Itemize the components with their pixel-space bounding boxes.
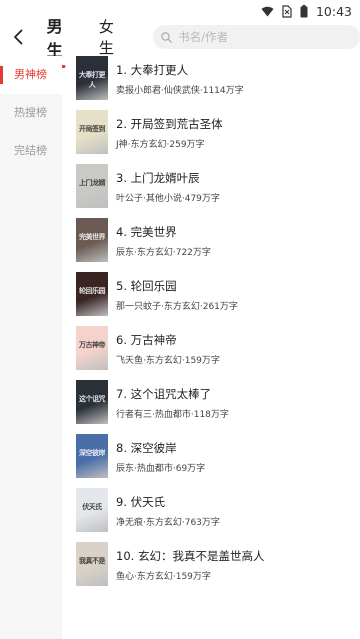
book-list-item[interactable]: 轮回乐园 5. 轮回乐园那一只蚊子·东方玄幻·261万字: [76, 272, 360, 326]
battery-icon: [300, 4, 308, 18]
search-icon: [161, 31, 173, 43]
sidebar-item-male-god[interactable]: 男神榜: [0, 56, 62, 94]
book-title[interactable]: 3. 上门龙婿叶辰: [116, 170, 220, 186]
book-cover-text: 开局签到: [79, 124, 106, 133]
book-meta: 那一只蚊子·东方玄幻·261万字: [116, 302, 238, 312]
search-input[interactable]: [176, 29, 357, 45]
book-title[interactable]: 5. 轮回乐园: [116, 278, 238, 294]
book-meta: J神·东方玄幻·259万字: [116, 140, 205, 150]
book-title[interactable]: 2. 开局签到荒古圣体: [116, 116, 223, 132]
book-cover-text: 万古神帝: [79, 340, 106, 349]
book-cover[interactable]: 上门龙婿: [76, 164, 108, 208]
book-cover-text: 完美世界: [79, 232, 106, 241]
sidebar-item-hot-search[interactable]: 热搜榜: [0, 94, 62, 132]
book-cover[interactable]: 这个诅咒: [76, 380, 108, 424]
book-list-item[interactable]: 伏天氏 9. 伏天氏净无痕·东方玄幻·763万字: [76, 488, 360, 542]
book-title[interactable]: 7. 这个诅咒太棒了: [116, 386, 229, 402]
sidebar-item-completed[interactable]: 完结榜: [0, 132, 62, 170]
book-title[interactable]: 8. 深空彼岸: [116, 440, 205, 456]
sim-signal-icon: [282, 4, 292, 18]
book-list-item[interactable]: 深空彼岸 8. 深空彼岸辰东·热血都市·69万字: [76, 434, 360, 488]
book-list-item[interactable]: 万古神帝 6. 万古神帝飞天鱼·东方玄幻·159万字: [76, 326, 360, 380]
book-cover-text: 伏天氏: [82, 502, 102, 511]
book-list-item[interactable]: 完美世界 4. 完美世界辰东·东方玄幻·722万字: [76, 218, 360, 272]
book-meta: 鱼心·东方玄幻·159万字: [116, 572, 211, 582]
back-button[interactable]: [6, 22, 31, 52]
wifi-icon: [261, 6, 274, 17]
book-meta: 辰东·东方玄幻·722万字: [116, 248, 211, 258]
book-meta: 叶公子·其他小说·479万字: [116, 194, 220, 204]
tab-male[interactable]: 男生: [41, 13, 83, 61]
book-cover-text: 上门龙婿: [79, 178, 106, 187]
book-cover-text: 轮回乐园: [79, 286, 106, 295]
book-meta: 卖报小郎君·仙侠武侠·1114万字: [116, 86, 244, 96]
book-cover[interactable]: 完美世界: [76, 218, 108, 262]
status-time: 10:43: [315, 3, 352, 19]
book-cover-text: 大奉打更人: [79, 70, 106, 89]
back-arrow-icon: [14, 29, 23, 45]
book-list-item[interactable]: 上门龙婿 3. 上门龙婿叶辰叶公子·其他小说·479万字: [76, 164, 360, 218]
book-title[interactable]: 10. 玄幻：我真不是盖世高人: [116, 548, 264, 564]
book-title[interactable]: 6. 万古神帝: [116, 332, 220, 348]
book-title[interactable]: 1. 大奉打更人: [116, 62, 244, 78]
ranking-sidebar: 男神榜 热搜榜 完结榜: [0, 56, 62, 639]
book-meta: 净无痕·东方玄幻·763万字: [116, 518, 220, 528]
book-meta: 行者有三·热血都市·118万字: [116, 410, 229, 420]
book-cover[interactable]: 大奉打更人: [76, 56, 108, 100]
book-cover[interactable]: 轮回乐园: [76, 272, 108, 316]
book-list-item[interactable]: 我真不是 10. 玄幻：我真不是盖世高人鱼心·东方玄幻·159万字: [76, 542, 360, 596]
book-cover[interactable]: 我真不是: [76, 542, 108, 586]
top-navigation-bar: 男生 女生: [0, 17, 360, 60]
book-cover[interactable]: 开局签到: [76, 110, 108, 154]
book-list-item[interactable]: 这个诅咒 7. 这个诅咒太棒了行者有三·热血都市·118万字: [76, 380, 360, 434]
book-list: 大奉打更人 1. 大奉打更人卖报小郎君·仙侠武侠·1114万字 开局签到 2. …: [76, 56, 360, 596]
book-list-item[interactable]: 开局签到 2. 开局签到荒古圣体 J神·东方玄幻·259万字: [76, 110, 360, 164]
search-box[interactable]: [153, 25, 360, 49]
book-meta: 辰东·热血都市·69万字: [116, 464, 206, 474]
tab-female[interactable]: 女生: [93, 16, 133, 58]
book-cover[interactable]: 伏天氏: [76, 488, 108, 532]
book-cover-text: 这个诅咒: [79, 394, 106, 403]
book-cover-text: 深空彼岸: [79, 448, 106, 457]
book-cover-text: 我真不是: [79, 556, 106, 565]
book-meta: 飞天鱼·东方玄幻·159万字: [116, 356, 220, 366]
book-cover[interactable]: 万古神帝: [76, 326, 108, 370]
book-title[interactable]: 9. 伏天氏: [116, 494, 220, 510]
book-title[interactable]: 4. 完美世界: [116, 224, 211, 240]
book-cover[interactable]: 深空彼岸: [76, 434, 108, 478]
book-list-item[interactable]: 大奉打更人 1. 大奉打更人卖报小郎君·仙侠武侠·1114万字: [76, 56, 360, 110]
